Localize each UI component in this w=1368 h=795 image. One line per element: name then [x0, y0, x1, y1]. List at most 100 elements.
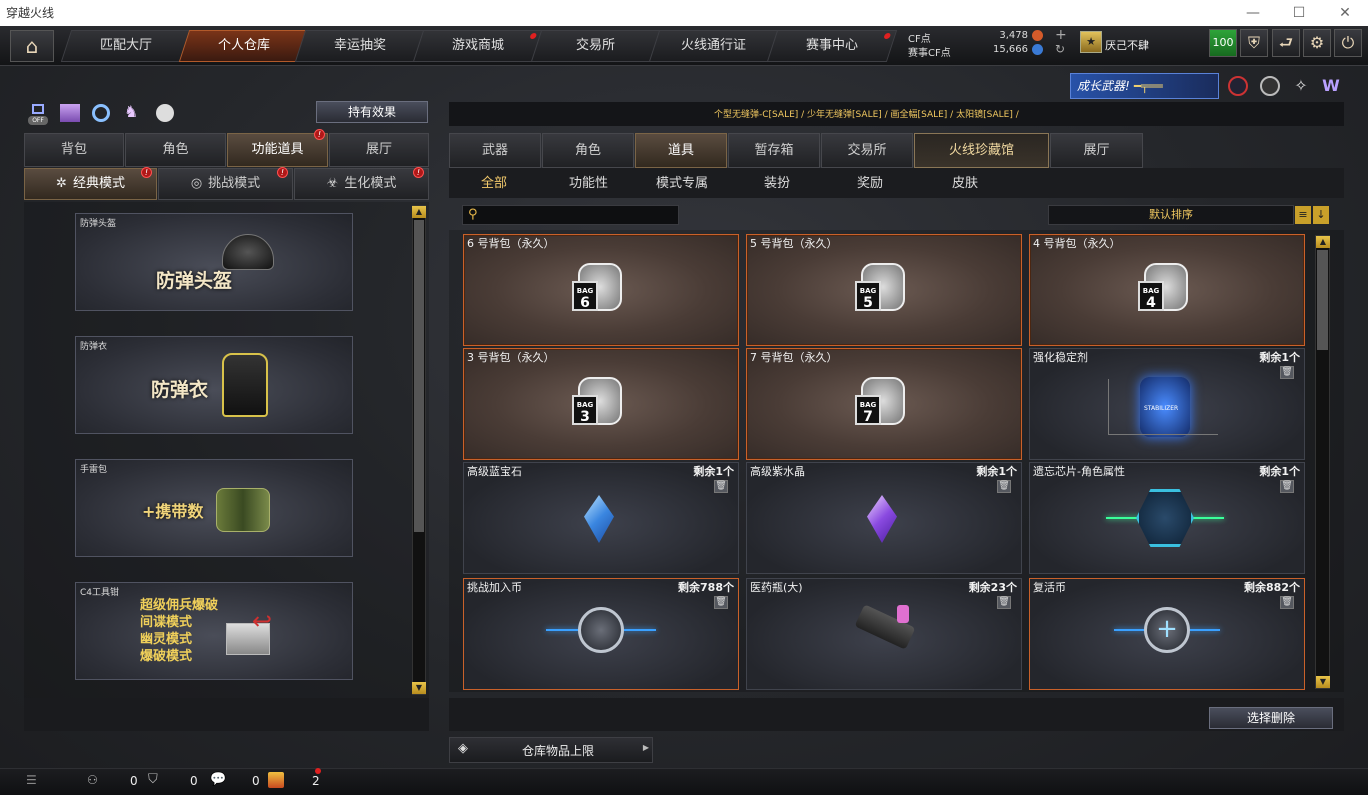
trash-icon[interactable]: 🗑 — [1280, 366, 1294, 379]
hold-effect-button[interactable]: 持有效果 — [316, 101, 428, 123]
screen-icon — [32, 104, 44, 114]
nav-tab-lottery[interactable]: 幸运抽奖 — [294, 30, 426, 62]
item-card[interactable]: 5 号背包（永久） BAG 5 — [746, 234, 1022, 346]
item-card[interactable]: 4 号背包（永久） BAG 4 — [1029, 234, 1305, 346]
maximize-icon[interactable]: ☐ — [1276, 0, 1322, 26]
slot-grenade-pack[interactable]: 手雷包 +携带数 — [75, 459, 353, 557]
promo-banner[interactable]: 成长武器! ━╤══ — [1070, 73, 1219, 99]
trash-icon[interactable]: 🗑 — [714, 480, 728, 493]
add-cf-icon[interactable]: + — [1055, 27, 1067, 43]
trash-icon[interactable]: 🗑 — [1280, 596, 1294, 609]
tab-weapons[interactable]: 武器 — [449, 133, 541, 168]
item-card[interactable]: 复活币 剩余882个 🗑 + — [1029, 578, 1305, 690]
tab-storage-box[interactable]: 暂存箱 — [728, 133, 820, 168]
vip-icon[interactable] — [1228, 76, 1248, 96]
close-icon[interactable]: ✕ — [1322, 0, 1368, 26]
item-card[interactable]: 高级蓝宝石 剩余1个 🗑 — [463, 462, 739, 574]
level-badge[interactable]: 100 — [1209, 29, 1237, 57]
subtab-cosmetic[interactable]: 装扮 — [764, 172, 790, 191]
grid-scrollbar[interactable]: ▲ ▼ — [1315, 235, 1330, 689]
left-scrollbar[interactable]: ▲ ▼ — [412, 205, 426, 695]
subtab-mode-exclusive[interactable]: 模式专属 — [656, 172, 708, 191]
w-logo-icon[interactable]: W — [1320, 76, 1342, 96]
minimize-icon[interactable]: — — [1230, 0, 1276, 26]
cf-label: CF点 — [908, 34, 931, 45]
toggle-off-icon[interactable]: OFF — [28, 104, 48, 125]
chat-icon[interactable]: 💬 — [210, 772, 226, 787]
match-cf-label: 赛事CF点 — [908, 48, 951, 59]
slot-vest[interactable]: 防弹衣 防弹衣 — [75, 336, 353, 434]
scroll-thumb[interactable] — [414, 220, 424, 532]
trash-icon[interactable]: 🗑 — [1280, 480, 1294, 493]
mode-tab-challenge[interactable]: ◎ 挑战模式! — [158, 167, 293, 200]
bomb-icon[interactable] — [156, 104, 174, 122]
category-tab-showroom[interactable]: 展厅 — [329, 133, 429, 167]
trash-icon[interactable]: 🗑 — [997, 596, 1011, 609]
tool-icon[interactable]: ✧ — [1291, 76, 1311, 96]
nav-tab-shop[interactable]: 游戏商城 — [412, 30, 544, 62]
slot-c4-tool[interactable]: C4工具钳 超级佣兵爆破 间谍模式 幽灵模式 爆破模式 ↩ — [75, 582, 353, 680]
scroll-thumb[interactable] — [1317, 250, 1328, 350]
nav-tab-warehouse[interactable]: 个人仓库 — [178, 30, 310, 62]
home-button[interactable]: ⌂ — [10, 30, 54, 62]
figure-icon[interactable]: ♞ — [124, 102, 142, 122]
subtab-skin[interactable]: 皮肤 — [952, 172, 978, 191]
select-delete-button[interactable]: 选择删除 — [1209, 707, 1333, 729]
sort-dropdown[interactable]: 默认排序 — [1048, 205, 1294, 225]
ticker-bar: 个型无缝弹-C[SALE] / 少年无缝弹[SALE] / 画全幅[SALE] … — [449, 102, 1344, 126]
friends-icon[interactable]: ⚇ — [87, 773, 98, 787]
subtab-functional[interactable]: 功能性 — [569, 172, 608, 191]
scroll-down-icon[interactable]: ▼ — [412, 682, 426, 694]
trash-icon[interactable]: 🗑 — [997, 480, 1011, 493]
trash-icon[interactable]: 🗑 — [714, 596, 728, 609]
subtab-reward[interactable]: 奖励 — [857, 172, 883, 191]
item-card[interactable]: 高级紫水晶 剩余1个 🗑 — [746, 462, 1022, 574]
clan-shield-icon[interactable]: ⛉ — [148, 772, 158, 787]
globe-icon[interactable] — [1260, 76, 1280, 96]
tab-showroom[interactable]: 展厅 — [1050, 133, 1143, 168]
category-tab-function-items[interactable]: 功能道具! — [227, 129, 328, 167]
ring-icon[interactable] — [92, 104, 110, 122]
nav-tab-battlepass[interactable]: 火线通行证 — [648, 30, 780, 62]
scroll-down-icon[interactable]: ▼ — [1316, 676, 1330, 688]
gear-icon[interactable]: ⚙ — [1303, 29, 1331, 57]
subtab-all[interactable]: 全部 — [481, 172, 507, 191]
search-icon[interactable]: ⚲ — [468, 207, 478, 222]
item-card[interactable]: 挑战加入币 剩余788个 🗑 — [463, 578, 739, 690]
nav-tab-exchange[interactable]: 交易所 — [530, 30, 662, 62]
category-tab-backpack[interactable]: 背包 — [24, 133, 124, 167]
tab-exchange[interactable]: 交易所 — [821, 133, 913, 168]
scroll-up-icon[interactable]: ▲ — [1316, 236, 1330, 248]
tab-items[interactable]: 道具 — [635, 133, 727, 168]
nav-tab-match-lobby[interactable]: 匹配大厅 — [60, 30, 192, 62]
tab-collection[interactable]: 火线珍藏馆 — [914, 133, 1049, 168]
item-card[interactable]: 3 号背包（永久） BAG 3 — [463, 348, 739, 460]
item-card[interactable]: 7 号背包（永久） BAG 7 — [746, 348, 1022, 460]
nav-tab-events[interactable]: 赛事中心 — [766, 30, 898, 62]
gift-icon[interactable] — [268, 772, 284, 788]
slot-helmet[interactable]: 防弹头盔 防弹头盔 — [75, 213, 353, 311]
purple-crystal-icon — [867, 495, 897, 543]
scroll-up-icon[interactable]: ▲ — [412, 206, 426, 218]
return-icon[interactable]: ⮐ — [1272, 29, 1300, 57]
mode-tab-zombie[interactable]: ☣ 生化模式! — [294, 167, 429, 200]
category-tab-character[interactable]: 角色 — [125, 133, 226, 167]
search-box: ⚲ — [462, 205, 679, 225]
item-card[interactable]: 6 号背包（永久） BAG 6 — [463, 234, 739, 346]
tab-character[interactable]: 角色 — [542, 133, 634, 168]
power-icon[interactable]: ⏻ — [1334, 29, 1362, 57]
mode-tab-classic[interactable]: ✲ 经典模式! — [24, 167, 157, 200]
shield-icon[interactable]: ⛨ — [1240, 29, 1268, 57]
item-card[interactable]: 遗忘芯片-角色属性 剩余1个 🗑 — [1029, 462, 1305, 574]
refresh-icon[interactable]: ↻ — [1055, 42, 1065, 56]
expand-icon: ▶ — [642, 743, 649, 752]
search-input[interactable] — [487, 207, 675, 223]
item-card[interactable]: 强化稳定剂 剩余1个 🗑 STABILIZER — [1029, 348, 1305, 460]
storage-limit-bar[interactable]: ◈ 仓库物品上限 ▶ — [449, 737, 653, 763]
item-card[interactable]: 医药瓶(大) 剩余23个 🗑 — [746, 578, 1022, 690]
sort-order-icon[interactable]: ↓ — [1313, 206, 1329, 224]
list-view-icon[interactable]: ≡ — [1295, 206, 1311, 224]
title-bar: 穿越火线 — ☐ ✕ — [0, 0, 1368, 26]
menu-icon[interactable]: ☰ — [26, 773, 37, 787]
gift-box-icon[interactable] — [60, 104, 80, 122]
